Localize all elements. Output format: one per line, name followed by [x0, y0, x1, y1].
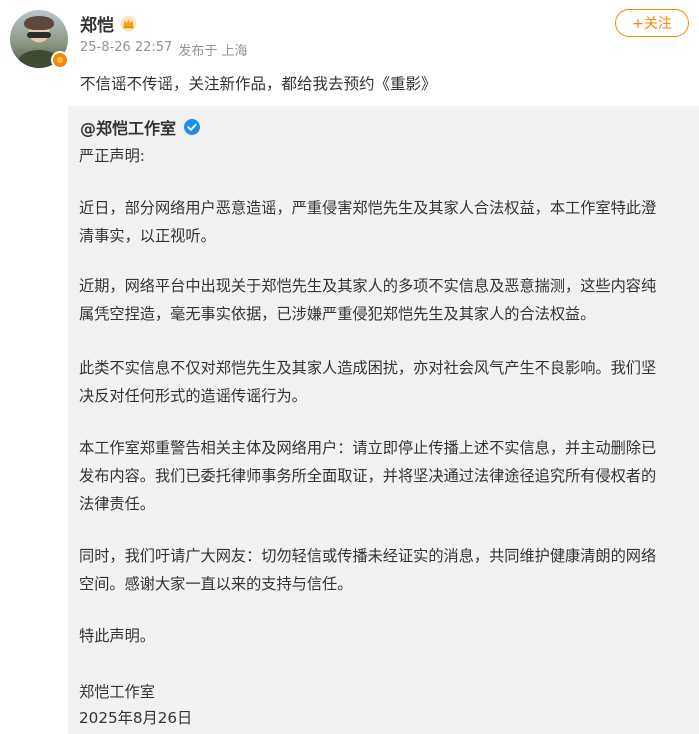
statement-line: 本工作室郑重警告相关主体及网络用户：请立即停止传播上述不实信息，并主动删除已 [79, 439, 657, 457]
follow-button[interactable]: +关注 [615, 9, 689, 37]
name-row: 郑恺 [80, 10, 137, 36]
statement-line: 空间。感谢大家一直以来的支持与信任。 [79, 575, 353, 593]
weibo-post: 郑恺 25-8-26 22:57 发布于 上海 +关注 不信谣不传谣，关注新作品… [0, 0, 699, 734]
statement-line: 决反对任何形式的造谣传谣行为。 [79, 387, 307, 405]
statement-line: 近期，网络平台中出现关于郑恺先生及其家人的多项不实信息及恶意揣测，这些内容纯 [79, 277, 657, 295]
post-text: 不信谣不传谣，关注新作品，都给我去预约《重影》 [80, 75, 437, 93]
repost-card[interactable]: @郑恺工作室 严正声明: 近日，部分网络用户恶意造谣，严重侵害郑恺先生及其家人合… [68, 106, 699, 734]
statement-line: 清事实，以正视听。 [79, 227, 216, 245]
statement-line: 近日，部分网络用户恶意造谣，严重侵害郑恺先生及其家人合法权益，本工作室特此澄 [79, 199, 657, 217]
username[interactable]: 郑恺 [80, 11, 114, 36]
statement-date: 2025年8月26日 [79, 709, 193, 727]
crown-icon [120, 15, 137, 32]
avatar[interactable] [10, 10, 69, 69]
statement-signature: 郑恺工作室 [79, 683, 155, 701]
post-source: 发布于 上海 [178, 44, 248, 59]
statement-line: 法律责任。 [79, 495, 155, 513]
repost-header: @郑恺工作室 [80, 115, 201, 139]
statement-line: 属凭空捏造，毫无事实依据，已涉嫌严重侵犯郑恺先生及其家人的合法权益。 [79, 305, 596, 323]
timestamp[interactable]: 25-8-26 22:57 [80, 40, 172, 59]
statement-line: 此类不实信息不仅对郑恺先生及其家人造成困扰，亦对社会风气产生不良影响。我们坚 [79, 359, 657, 377]
post-meta: 25-8-26 22:57 发布于 上海 [80, 40, 247, 59]
statement-line: 发布内容。我们已委托律师事务所全面取证，并将坚决通过法律途径追究所有侵权者的 [79, 467, 657, 485]
repost-author[interactable]: @郑恺工作室 [80, 115, 176, 139]
orange-vip-badge-icon [51, 51, 69, 69]
statement-closing: 特此声明。 [79, 627, 155, 645]
statement-line: 同时，我们吁请广大网友：切勿轻信或传播未经证实的消息，共同维护健康清朗的网络 [79, 547, 657, 565]
statement-heading: 严正声明: [79, 147, 145, 165]
verified-icon [184, 119, 201, 135]
